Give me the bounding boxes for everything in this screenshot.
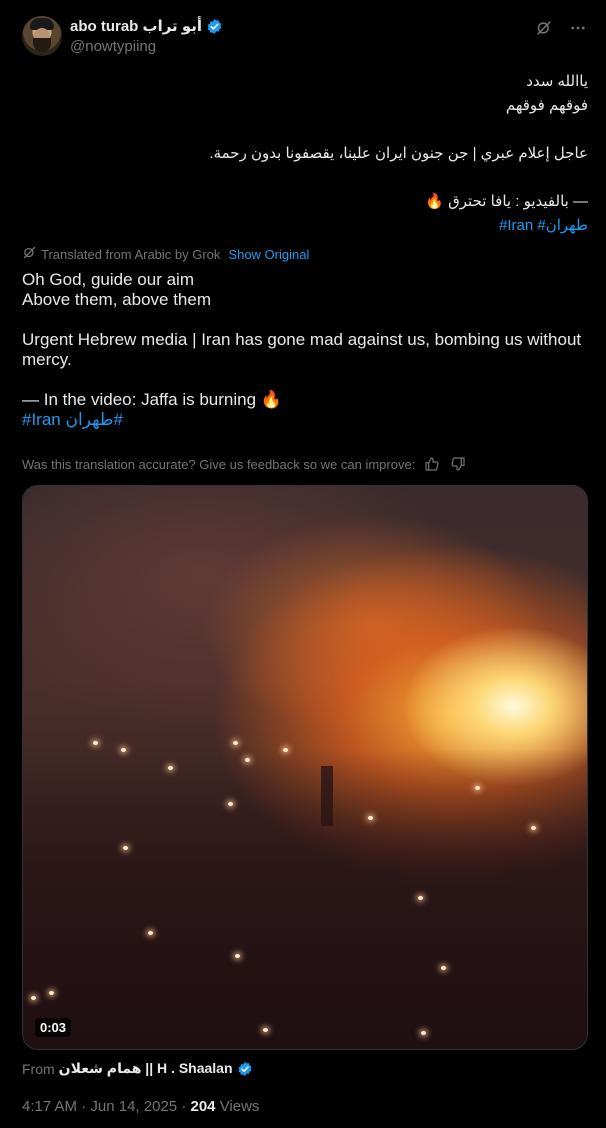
city-light xyxy=(263,1028,268,1032)
city-light xyxy=(245,758,250,762)
arabic-line-4: — بالفيديو : يافا تحترق 🔥 xyxy=(425,193,588,210)
post-date[interactable]: Jun 14, 2025 xyxy=(90,1098,177,1115)
english-line-1: Oh God, guide our aim xyxy=(22,270,194,289)
city-light xyxy=(441,966,446,970)
post-time[interactable]: 4:17 AM xyxy=(22,1098,77,1115)
meta-separator: · xyxy=(81,1098,91,1115)
thumbs-up-icon[interactable] xyxy=(423,455,441,473)
city-light xyxy=(93,741,98,745)
translation-note: Translated from Arabic by Grok xyxy=(41,246,221,262)
city-light xyxy=(418,896,423,900)
english-hashtags[interactable]: #Iran طهران# xyxy=(22,410,588,430)
source-name[interactable]: همام شعلان || H . Shaalan xyxy=(59,1060,233,1077)
more-icon[interactable] xyxy=(568,18,588,38)
grok-icon[interactable] xyxy=(534,18,554,38)
city-light xyxy=(228,802,233,806)
translated-text: Oh God, guide our aim Above them, above … xyxy=(22,270,588,430)
display-name-row: abo turab أبو تراب xyxy=(70,16,223,36)
views-count: 204 xyxy=(190,1098,216,1115)
author-handle[interactable]: @nowtypiing xyxy=(70,38,223,55)
avatar[interactable] xyxy=(22,16,62,56)
source-attribution: From همام شعلان || H . Shaalan xyxy=(22,1060,253,1077)
city-light xyxy=(531,826,536,830)
display-name[interactable]: abo turab أبو تراب xyxy=(70,17,202,35)
city-light xyxy=(283,748,288,752)
arabic-line-1: ياالله سدد xyxy=(526,73,588,90)
city-light xyxy=(168,766,173,770)
english-line-4: — In the video: Jaffa is burning 🔥 xyxy=(22,390,282,409)
english-line-2: Above them, above them xyxy=(22,290,212,309)
city-light xyxy=(475,786,480,790)
city-light xyxy=(31,996,36,1000)
video-duration: 0:03 xyxy=(35,1018,72,1037)
translate-icon xyxy=(22,245,37,263)
post-meta: 4:17 AM · Jun 14, 2025 · 204 Views xyxy=(22,1098,259,1115)
verified-badge-icon xyxy=(206,18,223,35)
city-light xyxy=(123,846,128,850)
feedback-prompt: Was this translation accurate? Give us f… xyxy=(22,456,416,472)
avatar-beard xyxy=(33,38,51,52)
views-label: Views xyxy=(219,1098,260,1115)
city-light xyxy=(368,816,373,820)
original-text: ياالله سدد فوقهم فوقهم عاجل إعلام عبري |… xyxy=(22,70,588,238)
city-light xyxy=(121,748,126,752)
verified-badge-icon xyxy=(237,1061,253,1077)
arabic-line-3: عاجل إعلام عبري | جن جنون ايران علينا، ي… xyxy=(209,145,588,162)
thumbs-down-icon[interactable] xyxy=(449,455,467,473)
translation-bar: Translated from Arabic by Grok Show Orig… xyxy=(22,245,309,263)
arabic-hashtags[interactable]: #Iran #طهران xyxy=(22,214,588,238)
tweet: abo turab أبو تراب @nowtypiing ياالله سد… xyxy=(0,0,606,1128)
author-names: abo turab أبو تراب @nowtypiing xyxy=(70,16,223,55)
city-light xyxy=(148,931,153,935)
translation-feedback: Was this translation accurate? Give us f… xyxy=(22,455,467,473)
header-actions xyxy=(534,18,588,38)
source-prefix: From xyxy=(22,1060,55,1077)
video-cityscape xyxy=(23,749,587,1049)
arabic-line-2: فوقهم فوقهم xyxy=(505,97,588,114)
video-tower xyxy=(321,766,333,826)
city-light xyxy=(421,1031,426,1035)
tweet-header: abo turab أبو تراب @nowtypiing xyxy=(22,16,588,60)
video-player[interactable]: 0:03 xyxy=(22,485,588,1050)
english-line-3: Urgent Hebrew media | Iran has gone mad … xyxy=(22,330,582,369)
city-light xyxy=(235,954,240,958)
city-light xyxy=(49,991,54,995)
city-light xyxy=(233,741,238,745)
show-original-link[interactable]: Show Original xyxy=(228,247,309,262)
